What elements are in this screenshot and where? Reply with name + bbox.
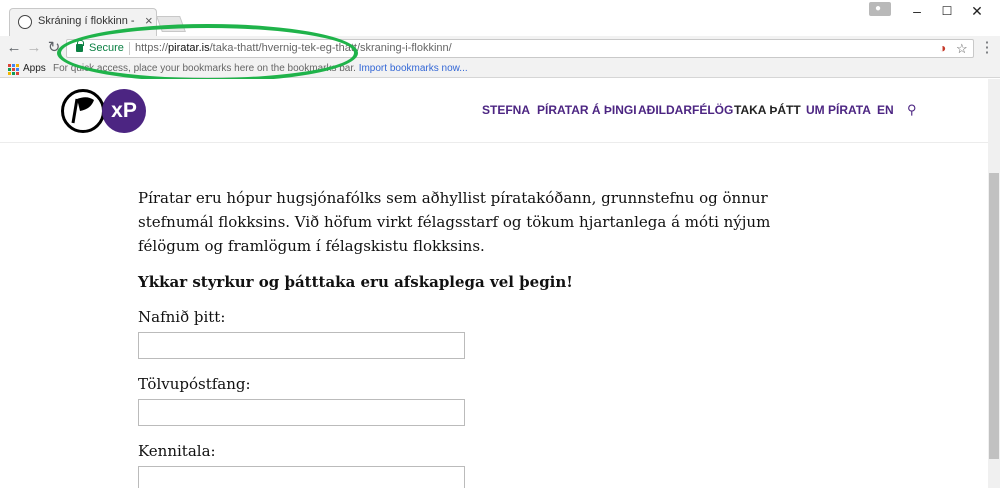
import-bookmarks-link[interactable]: Import bookmarks now... — [359, 63, 468, 74]
lock-icon — [76, 40, 84, 52]
nav-item-en[interactable]: EN — [877, 103, 894, 117]
bookmarks-hint: For quick access, place your bookmarks h… — [53, 63, 468, 74]
intro-paragraph: Píratar eru hópur hugsjónafólks sem aðhy… — [138, 189, 771, 255]
nav-item-piratar-a-thingi[interactable]: PÍRATAR Á ÞINGI — [537, 103, 637, 117]
site-header: xP STEFNA PÍRATAR Á ÞINGI AÐILDARFÉLÖG T… — [0, 79, 988, 143]
browser-tab[interactable]: Skráning í flokkinn - Píratar × — [9, 8, 157, 36]
bookmarks-bar: Apps For quick access, place your bookma… — [0, 60, 1000, 78]
bookmark-star-icon[interactable]: ☆ — [956, 41, 968, 57]
forward-arrow-icon[interactable]: → — [24, 38, 44, 58]
nav-item-stefna[interactable]: STEFNA — [482, 103, 530, 117]
page-scrollbar[interactable] — [988, 79, 1000, 488]
close-button[interactable]: ✕ — [962, 2, 992, 20]
browser-titlebar: Skráning í flokkinn - Píratar × ● – ☐ ✕ — [0, 0, 1000, 36]
site-favicon-icon — [18, 15, 32, 29]
kennitala-input[interactable] — [138, 466, 465, 488]
tab-title: Skráning í flokkinn - Píratar — [38, 15, 138, 27]
kennitala-label: Kennitala: — [138, 442, 216, 460]
xp-logo[interactable]: xP — [102, 89, 146, 133]
scrollbar-thumb[interactable] — [989, 173, 999, 459]
nav-item-um-pirata[interactable]: UM PÍRATA — [806, 103, 871, 117]
name-input[interactable] — [138, 332, 465, 359]
browser-menu-icon[interactable]: ⋮ — [978, 38, 996, 58]
url-scheme: https:// — [135, 42, 169, 54]
url-text[interactable]: https://piratar.is/taka-thatt/hvernig-te… — [135, 42, 452, 54]
profile-button[interactable]: ● — [869, 2, 891, 16]
name-label: Nafnið þitt: — [138, 308, 226, 326]
nav-item-adildarfelog[interactable]: AÐILDARFÉLÖG — [638, 103, 733, 117]
support-message: Ykkar styrkur og þátttaka eru afskaplega… — [138, 273, 573, 291]
secure-label: Secure — [89, 42, 124, 54]
new-tab-button[interactable] — [156, 16, 186, 32]
bookmarks-hint-text: For quick access, place your bookmarks h… — [53, 63, 356, 74]
extension-icon[interactable]: ◑ — [939, 41, 946, 55]
main-content: Píratar eru hópur hugsjónafólks sem aðhy… — [138, 186, 788, 488]
email-label: Tölvupóstfang: — [138, 375, 251, 393]
pirate-flag-logo-icon[interactable] — [61, 89, 105, 133]
maximize-button[interactable]: ☐ — [932, 2, 962, 20]
url-path: /taka-thatt/hvernig-tek-eg-thatt/skranin… — [209, 42, 452, 54]
back-arrow-icon[interactable]: ← — [4, 38, 24, 58]
address-bar[interactable]: Secure https://piratar.is/taka-thatt/hve… — [66, 39, 974, 58]
user-icon: ● — [875, 3, 882, 14]
apps-label[interactable]: Apps — [23, 63, 46, 74]
minimize-button[interactable]: – — [902, 2, 932, 20]
url-separator — [129, 42, 130, 55]
tab-close-icon[interactable]: × — [145, 13, 153, 28]
nav-item-taka-thatt[interactable]: TAKA ÞÁTT — [734, 103, 801, 117]
url-host: piratar.is — [168, 42, 210, 54]
reload-icon[interactable]: ↻ — [44, 38, 64, 58]
email-input[interactable] — [138, 399, 465, 426]
apps-grid-icon[interactable] — [8, 64, 19, 75]
search-icon[interactable]: ⚲ — [907, 102, 917, 118]
